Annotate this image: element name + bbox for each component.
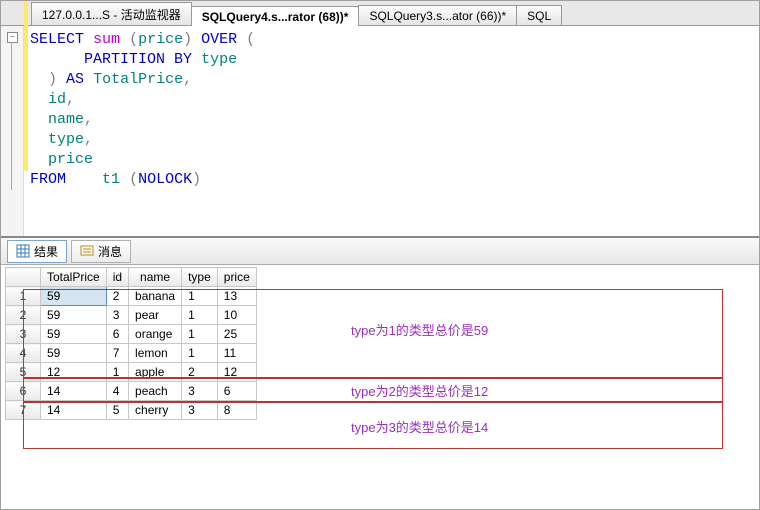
fold-icon[interactable]	[7, 32, 18, 43]
col-type[interactable]: type	[182, 268, 218, 287]
tab-sqlquery3[interactable]: SQLQuery3.s...ator (66))*	[358, 5, 517, 25]
grid-icon	[16, 244, 30, 258]
message-icon	[80, 244, 94, 258]
annotation-text-1: type为1的类型总价是59	[351, 320, 488, 339]
change-marker	[24, 1, 28, 171]
tab-sqlquery4[interactable]: SQLQuery4.s...rator (68))*	[191, 6, 360, 26]
tab-messages-label: 消息	[98, 243, 122, 260]
annotation-text-2: type为2的类型总价是12	[351, 381, 488, 400]
kw-select: SELECT	[30, 31, 84, 48]
sql-editor-pane: SELECT sum (price) OVER ( PARTITION BY t…	[1, 26, 759, 238]
editor-tabs: 127.0.0.1...S - 活动监视器 SQLQuery4.s...rato…	[1, 1, 759, 26]
col-price[interactable]: price	[217, 268, 256, 287]
fn-sum: sum	[93, 31, 120, 48]
result-tabstrip: 结果 消息	[1, 238, 759, 265]
grid-header-row: TotalPrice id name type price	[6, 268, 257, 287]
kw-as: AS	[66, 71, 84, 88]
fold-line	[11, 42, 12, 190]
tab-messages[interactable]: 消息	[71, 240, 131, 263]
results-grid-area: TotalPrice id name type price 1592banana…	[1, 265, 759, 489]
tab-results[interactable]: 结果	[7, 240, 67, 263]
kw-from: FROM	[30, 171, 66, 188]
tab-results-label: 结果	[34, 243, 58, 260]
tab-sql-more[interactable]: SQL	[516, 5, 562, 25]
annotation-text-3: type为3的类型总价是14	[351, 417, 488, 436]
editor-gutter	[1, 26, 24, 236]
kw-nolock: NOLOCK	[138, 171, 192, 188]
col-id[interactable]: id	[106, 268, 128, 287]
kw-partition: PARTITION	[84, 51, 165, 68]
col-totalprice[interactable]: TotalPrice	[41, 268, 107, 287]
sql-editor[interactable]: SELECT sum (price) OVER ( PARTITION BY t…	[24, 26, 759, 236]
kw-over: OVER	[201, 31, 237, 48]
tab-activity-monitor[interactable]: 127.0.0.1...S - 活动监视器	[31, 2, 192, 25]
rownum-header[interactable]	[6, 268, 41, 287]
col-name[interactable]: name	[129, 268, 182, 287]
